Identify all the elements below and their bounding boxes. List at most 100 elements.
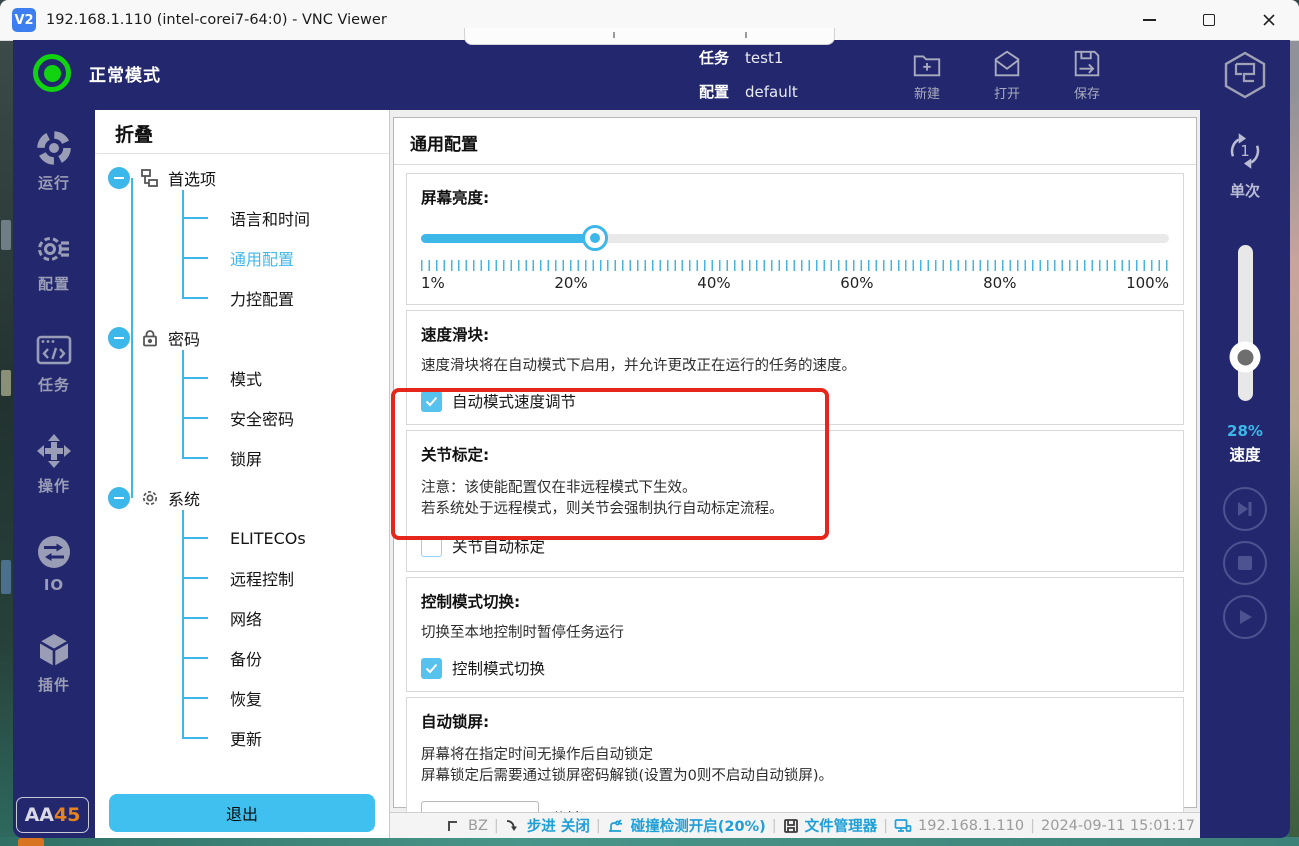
checkmark-icon bbox=[425, 396, 438, 407]
step-next-button[interactable] bbox=[1223, 487, 1267, 531]
tree-node-preferences[interactable]: 首选项 bbox=[108, 158, 389, 198]
tree-item-elitecos[interactable]: ELITECOs bbox=[182, 518, 389, 558]
tree-children-system: ELITECOs 远程控制 网络 备份 恢复 更新 bbox=[182, 518, 389, 758]
section-control-mode: 控制模式切换: 切换至本地控制时暂停任务运行 控制模式切换 bbox=[406, 577, 1184, 692]
tree-item-network[interactable]: 网络 bbox=[182, 598, 389, 638]
tick-label: 20% bbox=[554, 274, 587, 292]
tree-item-label: ELITECOs bbox=[230, 529, 306, 548]
tree-item-label: 通用配置 bbox=[230, 246, 294, 270]
slider-tick-marks bbox=[421, 260, 1169, 271]
vnc-logo: V2 bbox=[12, 8, 36, 32]
tree-collapse-header[interactable]: 折叠 bbox=[95, 110, 389, 154]
sidebar-item-operate[interactable]: 操作 bbox=[34, 431, 74, 496]
left-nav-rail: 运行 配置 任务 bbox=[13, 110, 95, 838]
tree-item-label: 网络 bbox=[230, 606, 262, 630]
tree-node-password[interactable]: 密码 bbox=[108, 318, 389, 358]
robot-mode-status[interactable]: 正常模式 bbox=[33, 54, 161, 92]
stop-button[interactable] bbox=[1223, 541, 1267, 585]
gear-icon bbox=[140, 488, 160, 508]
tree-item-remote-control[interactable]: 远程控制 bbox=[182, 558, 389, 598]
save-task-button[interactable]: 保存 bbox=[1057, 48, 1117, 102]
stop-icon bbox=[1237, 555, 1253, 571]
sidebar-item-run[interactable]: 运行 bbox=[34, 128, 74, 193]
configure-icon bbox=[34, 229, 74, 269]
tree-item-label: 备份 bbox=[230, 646, 262, 670]
sidebar-item-label: 操作 bbox=[38, 475, 70, 496]
auto-lock-label: 自动锁屏: bbox=[421, 710, 1169, 732]
desktop-icon-fragment bbox=[1, 370, 11, 396]
io-icon bbox=[34, 532, 74, 572]
exit-button[interactable]: 退出 bbox=[109, 794, 375, 832]
close-button[interactable] bbox=[1239, 0, 1299, 40]
auto-lock-desc2: 屏幕锁定后需要通过锁屏密码解锁(设置为0则不启动自动锁屏)。 bbox=[421, 766, 1169, 787]
status-badge: AA45 bbox=[16, 797, 89, 833]
tree-item-label: 锁屏 bbox=[230, 446, 262, 470]
maximize-button[interactable] bbox=[1179, 0, 1239, 40]
section-joint-calibration: 关节标定: 注意：该使能配置仅在非远程模式下生效。 若系统处于远程模式，则关节会… bbox=[406, 430, 1184, 572]
brightness-slider[interactable] bbox=[421, 225, 1169, 251]
preferences-icon bbox=[140, 168, 160, 188]
brand-logo-icon bbox=[1220, 50, 1270, 104]
joint-auto-calibration-checkbox[interactable] bbox=[421, 536, 442, 557]
checkbox-label: 控制模式切换 bbox=[452, 657, 545, 679]
auto-mode-speed-checkbox[interactable] bbox=[421, 391, 442, 412]
screen: V2 192.168.1.110 (intel-corei7-64:0) - V… bbox=[0, 0, 1299, 846]
tree-item-label: 力控配置 bbox=[230, 286, 294, 310]
tree-node-label: 首选项 bbox=[168, 166, 216, 190]
new-task-button[interactable]: 新建 bbox=[897, 48, 957, 102]
desktop-icon-fragment bbox=[1, 560, 11, 594]
vnc-toolbar-tab[interactable] bbox=[464, 28, 835, 45]
section-screen-brightness: 屏幕亮度: 1% 20% 40% bbox=[406, 173, 1184, 305]
play-icon bbox=[1236, 608, 1254, 626]
tree-children-preferences: 语言和时间 通用配置 力控配置 bbox=[182, 198, 389, 318]
sidebar-item-io[interactable]: IO bbox=[34, 532, 74, 594]
main-column: 通用配置 屏幕亮度: 1 bbox=[390, 110, 1200, 838]
bz-label[interactable]: BZ bbox=[468, 818, 488, 834]
task-label: 任务 bbox=[699, 47, 729, 68]
tree-item-update[interactable]: 更新 bbox=[182, 718, 389, 758]
tree-body: 首选项 语言和时间 通用配置 力控配置 bbox=[95, 154, 389, 786]
slider-handle[interactable] bbox=[582, 225, 608, 251]
tree-item-label: 语言和时间 bbox=[230, 206, 310, 230]
tree-item-label: 模式 bbox=[230, 366, 262, 390]
tree-item-backup[interactable]: 备份 bbox=[182, 638, 389, 678]
tree-item-lock-screen[interactable]: 锁屏 bbox=[182, 438, 389, 478]
open-task-button[interactable]: 打开 bbox=[977, 48, 1037, 102]
remote-desktop-left-sliver bbox=[0, 40, 13, 846]
desktop-icon-fragment bbox=[18, 838, 44, 846]
sidebar-item-plugin[interactable]: 插件 bbox=[34, 630, 74, 695]
config-label: 配置 bbox=[699, 81, 729, 102]
speed-slider-handle[interactable] bbox=[1230, 342, 1261, 373]
tree-item-restore[interactable]: 恢复 bbox=[182, 678, 389, 718]
tree-item-mode[interactable]: 模式 bbox=[182, 358, 389, 398]
badge-prefix: AA bbox=[25, 804, 54, 826]
config-value: default bbox=[745, 83, 798, 101]
speed-slider-label: 速度滑块: bbox=[421, 323, 1169, 345]
joint-calibration-label: 关节标定: bbox=[421, 443, 1169, 465]
tree-item-safety-password[interactable]: 安全密码 bbox=[182, 398, 389, 438]
control-mode-checkbox[interactable] bbox=[421, 658, 442, 679]
tree-item-general-config[interactable]: 通用配置 bbox=[182, 238, 389, 278]
sidebar-item-configure[interactable]: 配置 bbox=[34, 229, 74, 294]
single-run-mode[interactable]: 1 单次 bbox=[1222, 128, 1268, 201]
sidebar-item-task[interactable]: 任务 bbox=[34, 330, 74, 395]
collapse-toggle-icon[interactable] bbox=[108, 487, 130, 509]
collapse-toggle-icon[interactable] bbox=[108, 327, 130, 349]
separator: | bbox=[596, 818, 601, 834]
tree-node-system[interactable]: 系统 bbox=[108, 478, 389, 518]
tree-item-language-time[interactable]: 语言和时间 bbox=[182, 198, 389, 238]
collapse-toggle-icon[interactable] bbox=[108, 167, 130, 189]
file-manager-label[interactable]: 文件管理器 bbox=[805, 815, 878, 836]
collision-status[interactable]: 碰撞检测开启(20%) bbox=[631, 815, 766, 836]
separator: | bbox=[1030, 818, 1035, 834]
window-title: 192.168.1.110 (intel-corei7-64:0) - VNC … bbox=[46, 12, 387, 28]
separator: | bbox=[494, 818, 499, 834]
brightness-label: 屏幕亮度: bbox=[421, 186, 1169, 208]
step-status[interactable]: 步进 关闭 bbox=[527, 815, 590, 836]
tick-label: 100% bbox=[1126, 274, 1169, 292]
tree-item-label: 恢复 bbox=[230, 686, 262, 710]
speed-slider-vertical[interactable] bbox=[1238, 245, 1253, 401]
tree-item-force-config[interactable]: 力控配置 bbox=[182, 278, 389, 318]
play-button[interactable] bbox=[1223, 595, 1267, 639]
minimize-button[interactable] bbox=[1119, 0, 1179, 40]
